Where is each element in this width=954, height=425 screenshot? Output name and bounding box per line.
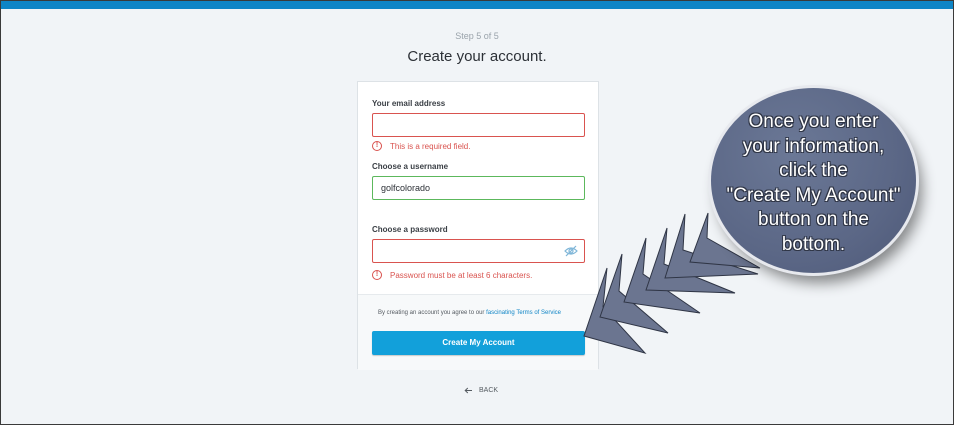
callout-line: Once you enter (748, 111, 879, 132)
callout-line: your information, (742, 135, 885, 157)
callout-line: bottom. (781, 233, 846, 255)
callout-line: "Create My Account" (726, 184, 901, 206)
callout-text: Once you enter your information, click t… (711, 110, 916, 257)
callout-bubble: Once you enter your information, click t… (711, 88, 916, 273)
callout-line: button on the (758, 209, 869, 230)
callout-line: click the (779, 160, 848, 181)
